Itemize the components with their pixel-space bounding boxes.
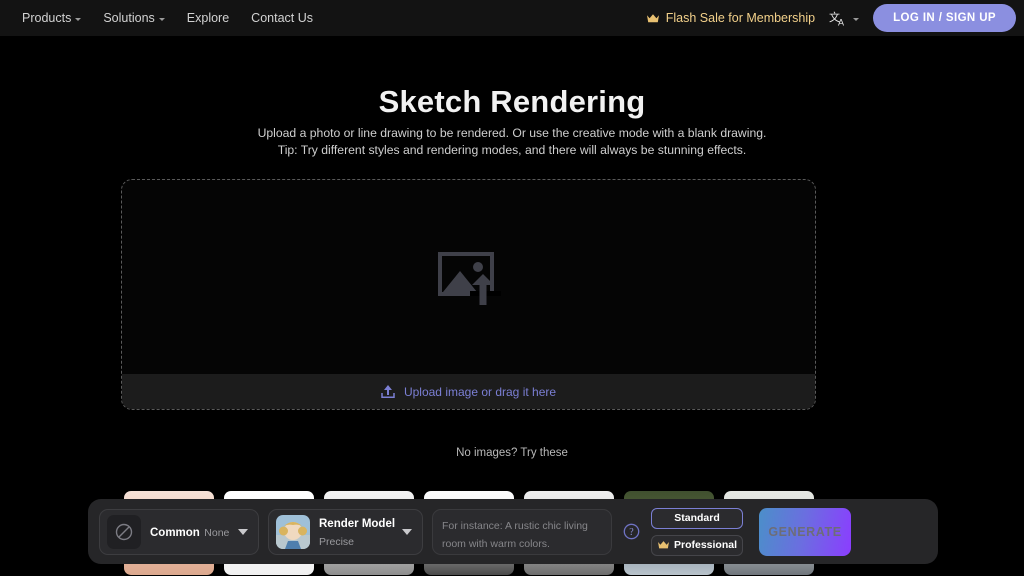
nav-item-label: Products [22, 10, 72, 25]
model-thumbnail [276, 514, 310, 549]
bottom-toolbar: Common None Render Model Precise For ins… [88, 499, 938, 564]
help-circle-icon[interactable]: ? [623, 523, 640, 540]
flash-sale-label: Flash Sale for Membership [665, 11, 816, 25]
style-selector-value: None [204, 526, 230, 539]
header-right-cluster: Flash Sale for Membership 文 A LOG IN / S… [646, 4, 1016, 32]
page-root: Products Solutions Explore Contact Us Fl… [0, 0, 1024, 576]
style-selector[interactable]: Common None [99, 508, 259, 555]
svg-text:?: ? [629, 527, 634, 538]
render-model-title: Render Model [319, 517, 396, 530]
quality-standard-button[interactable]: Standard [651, 507, 743, 529]
subtitle-line-2: Tip: Try different styles and rendering … [277, 143, 747, 157]
quality-professional-label: Professional [673, 539, 738, 551]
image-dropzone[interactable]: Upload image or drag it here [121, 179, 816, 410]
chevron-down-icon [75, 17, 82, 21]
nav-item-label: Contact Us [251, 10, 314, 25]
subtitle-line-1: Upload a photo or line drawing to be ren… [257, 126, 767, 140]
top-navigation-bar: Products Solutions Explore Contact Us Fl… [0, 0, 1024, 36]
nav-item-contact-us[interactable]: Contact Us [251, 12, 313, 25]
chevron-down-icon [158, 17, 165, 21]
nav-item-explore[interactable]: Explore [187, 12, 229, 25]
chevron-down-icon [402, 528, 412, 535]
render-model-value: Precise [319, 535, 355, 548]
quality-standard-label: Standard [674, 512, 720, 524]
render-model-text: Render Model Precise [319, 514, 398, 550]
image-upload-icon [437, 252, 501, 305]
nav-item-label: Solutions [103, 10, 155, 25]
svg-text:A: A [838, 17, 844, 27]
generate-button[interactable]: GENERATE [759, 507, 851, 556]
prompt-input[interactable]: For instance: A rustic chic living room … [432, 508, 612, 555]
render-model-selector[interactable]: Render Model Precise [268, 508, 423, 555]
flash-sale-link[interactable]: Flash Sale for Membership [646, 11, 815, 25]
chevron-down-icon [853, 17, 860, 21]
dropzone-icon-area [122, 180, 815, 376]
page-subtitle: Upload a photo or line drawing to be ren… [0, 125, 1024, 159]
upload-label: Upload image or drag it here [403, 384, 557, 399]
chevron-down-icon [238, 528, 248, 535]
no-style-icon [107, 514, 141, 549]
try-these-label: No images? Try these [456, 447, 568, 459]
quality-professional-button[interactable]: Professional [651, 534, 743, 556]
login-signup-button[interactable]: LOG IN / SIGN UP [873, 4, 1016, 32]
translate-icon: 文 A [829, 10, 844, 27]
nav-item-solutions[interactable]: Solutions [103, 10, 165, 25]
nav-item-label: Explore [186, 10, 230, 25]
page-title: Sketch Rendering [378, 84, 646, 119]
quality-options: Standard Professional [651, 507, 743, 556]
language-selector[interactable]: 文 A [829, 10, 860, 27]
nav-item-products[interactable]: Products [22, 10, 82, 25]
crown-icon [646, 13, 659, 22]
style-selector-text: Common None [150, 523, 234, 541]
prompt-placeholder: For instance: A rustic chic living room … [442, 519, 588, 550]
upload-arrow-icon [381, 385, 395, 398]
upload-image-button[interactable]: Upload image or drag it here [122, 374, 815, 409]
style-selector-title: Common [150, 526, 200, 539]
main-nav: Products Solutions Explore Contact Us [22, 12, 313, 25]
crown-icon [658, 541, 669, 549]
